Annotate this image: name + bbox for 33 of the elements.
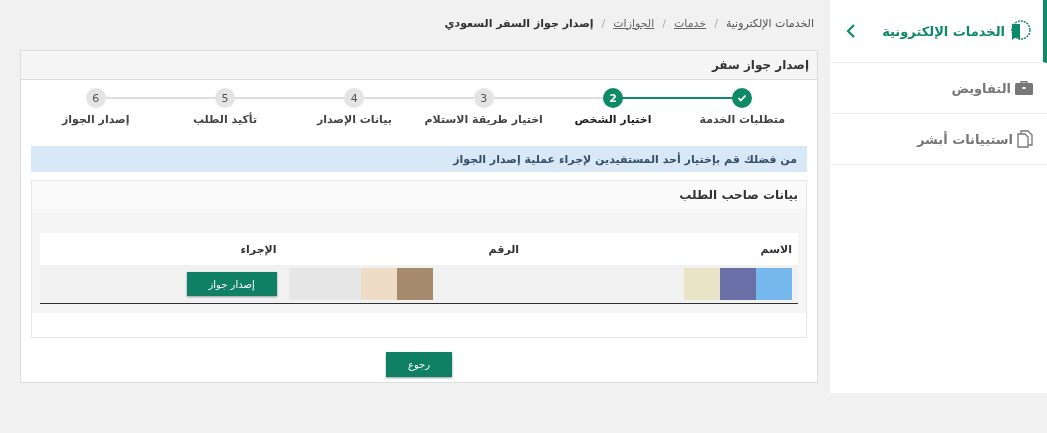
step-number: 5 xyxy=(215,88,235,108)
step-number: 4 xyxy=(344,88,365,108)
step-label: اختيار طريقة الاستلام xyxy=(424,113,543,126)
breadcrumb-current: إصدار جواز السفر السعودي xyxy=(444,16,594,30)
step-label: اختيار الشخص xyxy=(574,113,652,126)
sidebar-item[interactable]: التفاويض xyxy=(951,80,1011,96)
section-title: بيانات صاحب الطلب xyxy=(679,188,798,202)
back-button[interactable]: رجوع xyxy=(386,352,452,377)
issue-passport-button[interactable]: إصدار جواز xyxy=(186,272,277,296)
breadcrumb-separator: / xyxy=(662,16,666,30)
documents-icon xyxy=(1017,130,1033,148)
step-number: 6 xyxy=(85,88,106,108)
notice-text: من فضلك قم بإختيار أحد المستفيدين لإجراء عملية إصدار الجواز xyxy=(453,152,797,166)
chevron-left-icon[interactable] xyxy=(846,23,856,39)
globe-bookmark-icon xyxy=(1009,20,1031,42)
briefcase-icon xyxy=(1015,81,1033,95)
step-label: بيانات الإصدار xyxy=(316,113,392,126)
step-label: متطلبات الخدمة xyxy=(699,113,786,126)
panel-title: إصدار جواز سفر xyxy=(711,58,809,72)
breadcrumb-separator: / xyxy=(714,16,718,30)
step-number: 2 xyxy=(603,88,623,108)
breadcrumb-link[interactable]: الجوازات xyxy=(613,16,655,30)
breadcrumb-item[interactable]: الخدمات الإلكترونية xyxy=(725,16,814,30)
breadcrumb-link[interactable]: خدمات xyxy=(673,16,707,30)
breadcrumb-separator: / xyxy=(601,16,606,30)
step-number: 3 xyxy=(473,88,494,108)
column-header: الرقم xyxy=(488,242,520,256)
sidebar-item[interactable]: استبيانات أبشر xyxy=(916,131,1013,147)
sidebar-title: الخدمات الإلكترونية xyxy=(882,23,1005,39)
step-label: إصدار الجواز xyxy=(61,113,130,126)
step-label: تأكيد الطلب xyxy=(192,113,258,126)
column-header: الإجراء xyxy=(240,242,277,256)
column-header: الاسم xyxy=(760,242,792,256)
